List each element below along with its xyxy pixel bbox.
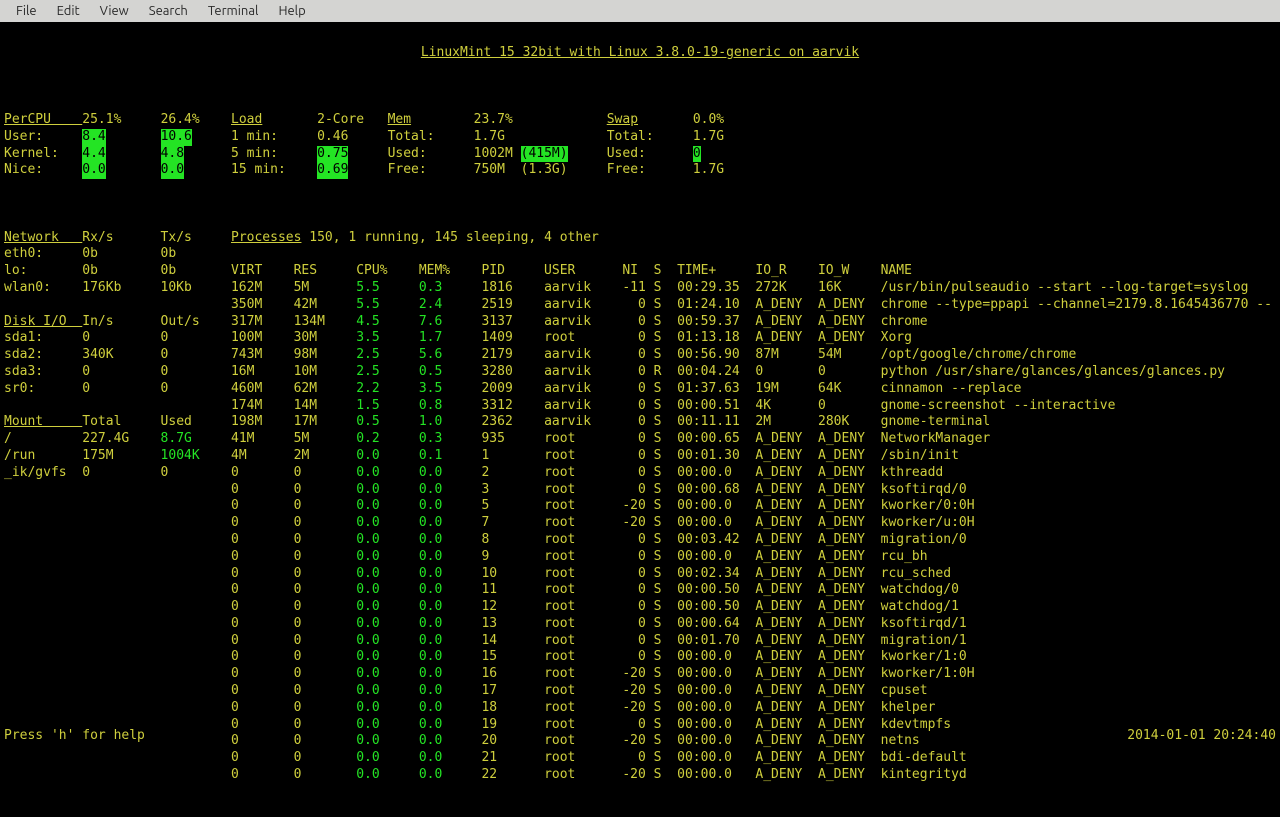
list-row: 0 0 0.0 0.0 10 root 0 S 00:02.34 A_DENY …: [4, 566, 1276, 583]
menu-terminal[interactable]: Terminal: [198, 1, 269, 21]
list-row: 0 0 0.0 0.0 22 root -20 S 00:00.0 A_DENY…: [4, 767, 1276, 784]
menu-edit[interactable]: Edit: [47, 1, 90, 21]
list-row: eth0: 0b 0b: [4, 246, 1276, 263]
list-row: sda1: 0 0 100M 30M 3.5 1.7 1409 root 0 S…: [4, 330, 1276, 347]
system-title: LinuxMint 15 32bit with Linux 3.8.0-19-g…: [4, 45, 1276, 62]
list-row: 0 0 0.0 0.0 15 root 0 S 00:00.0 A_DENY A…: [4, 649, 1276, 666]
list-row: 0 0 0.0 0.0 17 root -20 S 00:00.0 A_DENY…: [4, 683, 1276, 700]
lists-block: Network Rx/s Tx/s Processes 150, 1 runni…: [4, 230, 1276, 784]
list-row: 0 0 0.0 0.0 21 root 0 S 00:00.0 A_DENY A…: [4, 750, 1276, 767]
list-row: sda2: 340K 0 743M 98M 2.5 5.6 2179 aarvi…: [4, 347, 1276, 364]
list-row: 0 0 0.0 0.0 7 root -20 S 00:00.0 A_DENY …: [4, 515, 1276, 532]
list-row: 0 0 0.0 0.0 13 root 0 S 00:00.64 A_DENY …: [4, 616, 1276, 633]
menubar[interactable]: FileEditViewSearchTerminalHelp: [0, 0, 1280, 22]
stats-block: PerCPU 25.1% 26.4% Load 2-Core Mem 23.7%…: [4, 112, 1276, 179]
list-row: 174M 14M 1.5 0.8 3312 aarvik 0 S 00:00.5…: [4, 398, 1276, 415]
terminal-output[interactable]: LinuxMint 15 32bit with Linux 3.8.0-19-g…: [0, 22, 1280, 749]
list-row: _ik/gvfs 0 0 0 0 0.0 0.0 2 root 0 S 00:0…: [4, 465, 1276, 482]
list-row: / 227.4G 8.7G 41M 5M 0.2 0.3 935 root 0 …: [4, 431, 1276, 448]
timestamp: 2014-01-01 20:24:40: [1127, 728, 1276, 745]
list-row: Network Rx/s Tx/s Processes 150, 1 runni…: [4, 230, 1276, 247]
list-row: 0 0 0.0 0.0 11 root 0 S 00:00.50 A_DENY …: [4, 582, 1276, 599]
list-row: 0 0 0.0 0.0 8 root 0 S 00:03.42 A_DENY A…: [4, 532, 1276, 549]
list-row: 0 0 0.0 0.0 12 root 0 S 00:00.50 A_DENY …: [4, 599, 1276, 616]
list-row: sda3: 0 0 16M 10M 2.5 0.5 3280 aarvik 0 …: [4, 364, 1276, 381]
menu-search[interactable]: Search: [139, 1, 198, 21]
list-row: 0 0 0.0 0.0 9 root 0 S 00:00.0 A_DENY A_…: [4, 549, 1276, 566]
list-row: sr0: 0 0 460M 62M 2.2 3.5 2009 aarvik 0 …: [4, 381, 1276, 398]
list-row: wlan0: 176Kb 10Kb 162M 5M 5.5 0.3 1816 a…: [4, 280, 1276, 297]
list-row: /run 175M 1004K 4M 2M 0.0 0.1 1 root 0 S…: [4, 448, 1276, 465]
list-row: 0 0 0.0 0.0 3 root 0 S 00:00.68 A_DENY A…: [4, 482, 1276, 499]
list-row: Mount Total Used 198M 17M 0.5 1.0 2362 a…: [4, 414, 1276, 431]
menu-view[interactable]: View: [90, 1, 139, 21]
list-row: 350M 42M 5.5 2.4 2519 aarvik 0 S 01:24.1…: [4, 297, 1276, 314]
list-row: 0 0 0.0 0.0 5 root -20 S 00:00.0 A_DENY …: [4, 498, 1276, 515]
help-hint: Press 'h' for help: [4, 728, 145, 745]
list-row: 0 0 0.0 0.0 18 root -20 S 00:00.0 A_DENY…: [4, 700, 1276, 717]
list-row: Disk I/O In/s Out/s 317M 134M 4.5 7.6 31…: [4, 314, 1276, 331]
list-row: 0 0 0.0 0.0 16 root -20 S 00:00.0 A_DENY…: [4, 666, 1276, 683]
menu-file[interactable]: File: [6, 1, 47, 21]
list-row: 0 0 0.0 0.0 14 root 0 S 00:01.70 A_DENY …: [4, 633, 1276, 650]
menu-help[interactable]: Help: [268, 1, 315, 21]
list-row: lo: 0b 0b VIRT RES CPU% MEM% PID USER NI…: [4, 263, 1276, 280]
